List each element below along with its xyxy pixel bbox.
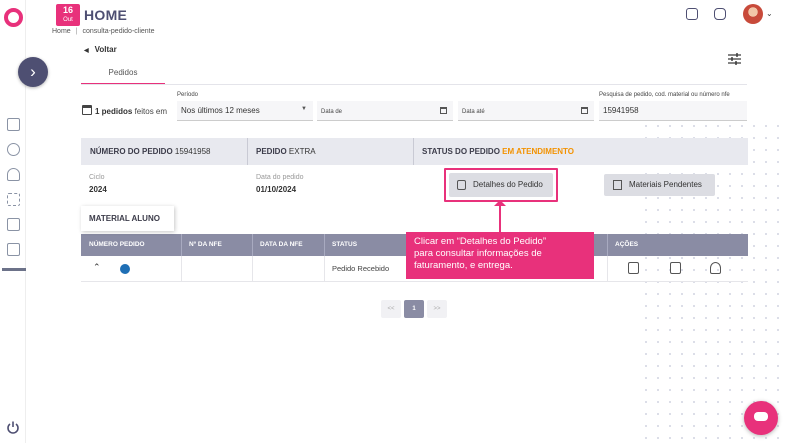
excel-export-icon[interactable]	[670, 262, 681, 274]
row-status: Pedido Recebido	[332, 264, 390, 273]
data-de-field[interactable]: Data de	[317, 101, 453, 121]
back-label: Voltar	[94, 45, 117, 54]
periodo-label: Período	[177, 92, 199, 98]
avatar[interactable]	[743, 4, 763, 24]
order-type-label: PEDIDO	[256, 147, 287, 156]
search-input[interactable]: 15941958	[599, 101, 747, 121]
th-data-nfe: DATA DA NFE	[260, 241, 303, 248]
th-nfe: Nº DA NFE	[189, 241, 222, 248]
date-day: 16	[62, 5, 73, 15]
chat-button[interactable]	[744, 401, 778, 435]
data-ate-field[interactable]: Data até	[458, 101, 594, 121]
breadcrumb: Home | consulta-pedido-cliente	[52, 28, 155, 35]
download-icon[interactable]	[686, 8, 698, 20]
periodo-value: Nos últimos 12 meses	[181, 106, 260, 115]
page-title: HOME	[84, 7, 128, 23]
back-link[interactable]: ◀ Voltar	[84, 45, 117, 54]
power-icon[interactable]	[6, 420, 20, 434]
scan-icon[interactable]	[7, 193, 20, 206]
tab-pedidos[interactable]: Pedidos	[81, 64, 165, 85]
invoice-download-icon[interactable]	[628, 262, 639, 274]
materiais-pendentes-button[interactable]: Materiais Pendentes	[604, 174, 715, 196]
data-pedido-label: Data do pedido	[256, 174, 304, 181]
breadcrumb-current: consulta-pedido-cliente	[82, 28, 155, 35]
th-acoes: AÇÕES	[615, 241, 639, 248]
data-pedido-value: 01/10/2024	[256, 185, 297, 194]
data-ate-placeholder: Data até	[462, 109, 485, 115]
data-de-placeholder: Data de	[321, 109, 343, 115]
materiais-pendentes-label: Materiais Pendentes	[629, 180, 702, 189]
tooltip-callout: Clicar em “Detalhes do Pedido” para cons…	[406, 232, 594, 279]
date-badge: 16 Out	[56, 4, 80, 26]
order-status-value: EM ATENDIMENTO	[502, 147, 575, 156]
filter-settings-icon[interactable]	[728, 53, 741, 65]
callout-line-2: para consultar informações de	[414, 248, 542, 259]
delivery-tracking-icon[interactable]	[710, 262, 721, 274]
search-value: 15941958	[603, 106, 639, 115]
order-type-cell: PEDIDO EXTRA	[247, 138, 316, 165]
highlight-box	[444, 168, 558, 202]
orders-count-suffix: feitos em	[134, 107, 168, 116]
expand-sidebar-button[interactable]: ›	[18, 57, 48, 87]
collapse-row-icon[interactable]: ⌃	[93, 262, 101, 273]
app-logo	[4, 8, 23, 27]
orders-count: 1 pedidos feitos em	[82, 105, 167, 116]
ciclo-value: 2024	[89, 185, 107, 194]
chevron-down-icon[interactable]: ⌄	[766, 9, 773, 18]
breadcrumb-home[interactable]: Home	[52, 28, 71, 35]
orders-count-number: 1 pedidos	[95, 107, 133, 116]
search-label: Pesquisa de pedido, cod. material ou núm…	[599, 92, 730, 98]
sync-status-icon	[120, 264, 130, 274]
chat-icon	[754, 412, 768, 421]
video-icon[interactable]	[714, 8, 726, 20]
report-icon[interactable]	[7, 243, 20, 256]
calendar-icon	[82, 105, 92, 115]
document-icon[interactable]	[7, 218, 20, 231]
tabs-divider	[81, 84, 747, 85]
pagination-page-1[interactable]: 1	[404, 300, 424, 318]
calendar-icon[interactable]	[581, 107, 588, 114]
pagination-next[interactable]: >>	[427, 300, 447, 318]
date-month: Out	[63, 17, 73, 23]
th-status: STATUS	[332, 241, 358, 248]
profile-icon[interactable]	[7, 168, 20, 181]
order-header: NÚMERO DO PEDIDO 15941958 PEDIDO EXTRA S…	[81, 138, 748, 165]
callout-line-1: Clicar em “Detalhes do Pedido”	[414, 236, 547, 247]
order-number-label: NÚMERO DO PEDIDO	[90, 147, 173, 156]
orders-icon[interactable]	[7, 118, 20, 131]
user-search-icon[interactable]	[7, 143, 20, 156]
order-number-value: 15941958	[174, 147, 211, 156]
ciclo-label: Ciclo	[89, 174, 105, 181]
callout-line	[499, 202, 501, 232]
calendar-icon[interactable]	[440, 107, 447, 114]
tab-material-aluno[interactable]: MATERIAL ALUNO	[81, 206, 174, 231]
sidebar-active-indicator	[2, 268, 26, 271]
order-status-cell: STATUS DO PEDIDO EM ATENDIMENTO	[413, 138, 574, 165]
th-numero-pedido: NÚMERO PEDIDO	[89, 241, 145, 248]
box-icon	[613, 180, 622, 190]
order-status-label: STATUS DO PEDIDO	[422, 147, 500, 156]
callout-line-3: faturamento, e entrega.	[414, 260, 513, 271]
order-type-value: EXTRA	[288, 147, 316, 156]
caret-down-icon: ▼	[301, 106, 307, 112]
pagination-prev[interactable]: <<	[381, 300, 401, 318]
order-number-cell: NÚMERO DO PEDIDO 15941958	[81, 138, 211, 165]
periodo-select[interactable]: Nos últimos 12 meses ▼	[177, 101, 313, 121]
